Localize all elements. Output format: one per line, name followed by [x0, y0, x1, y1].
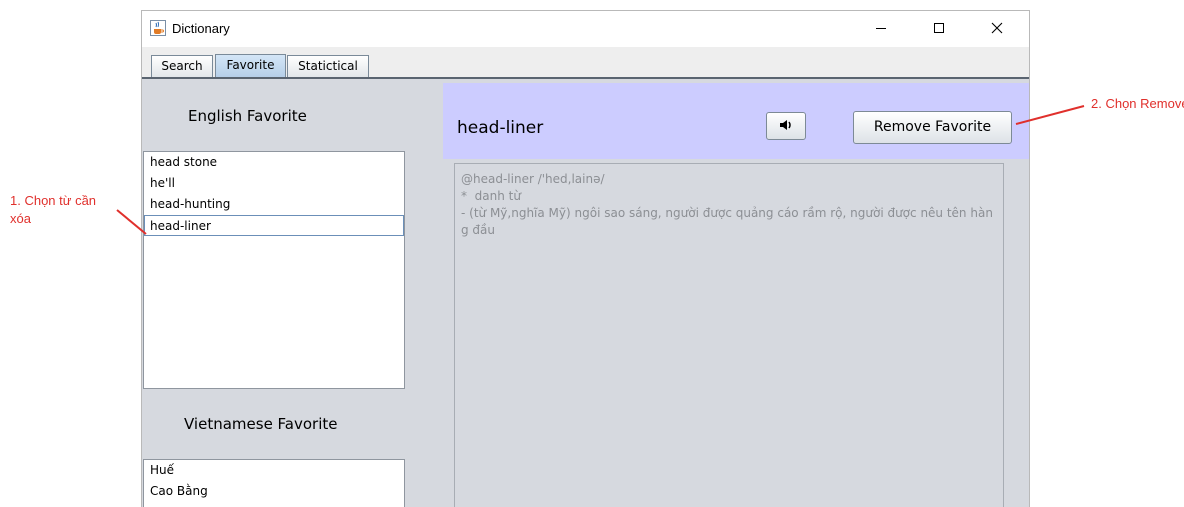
- vietnamese-favorite-list[interactable]: Huế Cao Bằng: [143, 459, 405, 507]
- tab-statistical[interactable]: Statictical: [287, 55, 369, 77]
- close-icon: [991, 22, 1003, 37]
- remove-favorite-button[interactable]: Remove Favorite: [853, 111, 1012, 144]
- list-item[interactable]: head stone: [144, 152, 404, 173]
- list-item[interactable]: he'll: [144, 173, 404, 194]
- title-bar: Dictionary: [142, 11, 1029, 47]
- maximize-button[interactable]: [916, 11, 962, 47]
- list-item[interactable]: Huế: [144, 460, 404, 481]
- definition-text-area[interactable]: @head-liner /'hed,lainə/ * danh từ - (từ…: [454, 163, 1004, 507]
- minimize-button[interactable]: [858, 11, 904, 47]
- minimize-icon: [875, 22, 887, 37]
- java-cup-icon: [150, 20, 166, 36]
- english-favorite-list[interactable]: head stone he'll head-hunting head-liner: [143, 151, 405, 389]
- tab-search[interactable]: Search: [151, 55, 213, 77]
- word-title: head-liner: [457, 118, 544, 138]
- tab-favorite[interactable]: Favorite: [215, 54, 286, 77]
- favorites-panel: English Favorite head stone he'll head-h…: [142, 79, 442, 507]
- definition-line: @head-liner /'hed,lainə/: [461, 172, 605, 186]
- list-item-selected[interactable]: head-liner: [144, 215, 404, 236]
- list-item[interactable]: head-hunting: [144, 194, 404, 215]
- annotation-select-word: 1. Chọn từ cần xóa: [10, 193, 97, 226]
- english-favorite-heading: English Favorite: [188, 107, 307, 125]
- vietnamese-favorite-heading: Vietnamese Favorite: [184, 415, 338, 433]
- definition-line: * danh từ: [461, 189, 521, 203]
- pronounce-button[interactable]: [766, 112, 806, 140]
- close-button[interactable]: [974, 11, 1020, 47]
- definition-line: - (từ Mỹ,nghĩa Mỹ) ngôi sao sáng, người …: [461, 206, 993, 237]
- list-item[interactable]: Cao Bằng: [144, 481, 404, 502]
- word-header-bar: head-liner Remove Favorite: [443, 83, 1029, 159]
- word-detail-panel: head-liner Remove Favorite @head-liner /…: [443, 83, 1029, 507]
- maximize-icon: [933, 22, 945, 37]
- dictionary-window: Dictionary Search Favorite Statictical E…: [141, 10, 1030, 507]
- window-title: Dictionary: [172, 21, 230, 36]
- annotation-remove: 2. Chọn Remove: [1091, 96, 1184, 111]
- tab-strip: Search Favorite Statictical: [142, 47, 1029, 79]
- speaker-icon: [778, 117, 794, 136]
